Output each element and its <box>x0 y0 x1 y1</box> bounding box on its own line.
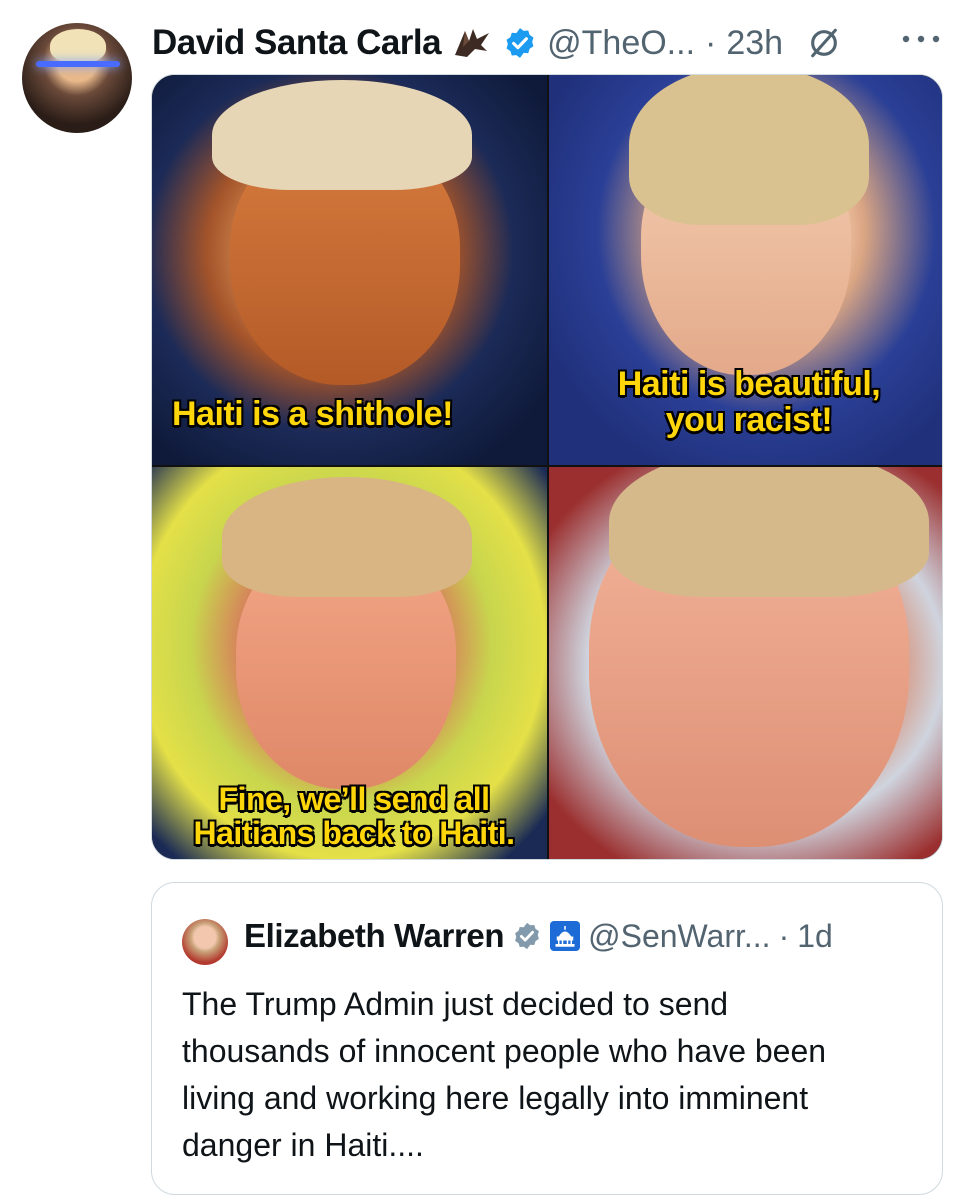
more-options-icon[interactable] <box>898 30 944 48</box>
avatar-glowing-eyes <box>36 61 120 67</box>
separator-dot: · <box>705 23 717 62</box>
caption-line: you racist! <box>665 400 833 439</box>
portrait-hair <box>212 80 472 190</box>
meme-panel-top-right: Haiti is beautiful, you racist! <box>549 75 942 465</box>
caption-line: Haitians back to Haiti. <box>193 814 515 851</box>
gray-verified-icon <box>515 922 539 950</box>
post-media-image[interactable]: Haiti is a shithole! Haiti is beautiful,… <box>151 74 943 860</box>
capitol-icon <box>550 921 581 951</box>
verified-icon <box>506 28 534 58</box>
meme-panel-top-left: Haiti is a shithole! <box>152 75 547 465</box>
avatar-hair <box>50 29 106 63</box>
post-time[interactable]: 23h <box>726 24 783 63</box>
quoted-tweet-card[interactable]: Elizabeth Warren @SenWarr... · 1d The Tr… <box>151 882 943 1195</box>
meme-panel-bottom-left: Fine, we’ll send all Haitians back to Ha… <box>152 467 547 859</box>
author-handle[interactable]: @TheO... <box>547 24 695 63</box>
quoted-author-handle[interactable]: @SenWarr... <box>588 918 770 955</box>
bat-icon <box>455 29 490 57</box>
quoted-author-avatar[interactable] <box>182 919 228 965</box>
author-display-name[interactable]: David Santa Carla <box>152 23 442 63</box>
portrait-hair <box>222 477 472 597</box>
meme-caption-top-right: Haiti is beautiful, you racist! <box>579 365 919 439</box>
quoted-author-name[interactable]: Elizabeth Warren <box>244 917 505 955</box>
author-avatar[interactable] <box>22 23 132 133</box>
meme-caption-bottom-left: Fine, we’ll send all Haitians back to Ha… <box>164 781 544 851</box>
caption-line: Haiti is beautiful, <box>617 365 881 403</box>
separator-dot: · <box>778 917 790 954</box>
portrait-hair <box>609 467 929 597</box>
meme-caption-top-left: Haiti is a shithole! <box>172 395 453 433</box>
meme-panel-bottom-right <box>549 467 942 859</box>
quoted-tweet-text: The Trump Admin just decided to send tho… <box>182 986 827 1163</box>
quoted-tweet-time[interactable]: 1d <box>797 918 833 955</box>
post-header: David Santa Carla @TheO... · 23h <box>152 18 841 68</box>
portrait-hair <box>629 75 869 225</box>
grok-icon[interactable] <box>807 26 841 60</box>
quoted-tweet-header: Elizabeth Warren @SenWarr... · 1d <box>244 917 833 955</box>
caption-line: Fine, we’ll send all <box>218 781 490 817</box>
